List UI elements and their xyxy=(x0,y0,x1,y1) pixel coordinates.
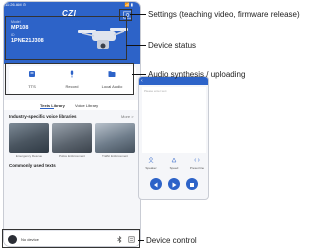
settings-callout-label: Settings (teaching video, firmware relea… xyxy=(148,10,300,19)
status-bar: 11:26 AM ⊙ 📶 ▮ xyxy=(5,0,133,9)
speaker-button[interactable]: Speaker xyxy=(141,157,161,170)
library-thumb-police[interactable] xyxy=(52,123,92,153)
back-arrow-icon[interactable]: ‹ xyxy=(141,78,143,84)
upload-button[interactable] xyxy=(186,178,198,190)
code-icon xyxy=(194,158,200,162)
speed-button[interactable]: Speed xyxy=(164,157,184,170)
audio-callout-line xyxy=(132,74,146,75)
device-control-callout-label: Device control xyxy=(146,236,197,245)
play-button[interactable] xyxy=(168,178,180,190)
status-time: 11:26 AM ⊙ xyxy=(5,2,27,7)
device-status-callout-box xyxy=(5,16,127,60)
library-caption: Traffic Enforcement xyxy=(101,154,128,158)
speaker-icon xyxy=(148,157,154,163)
settings-callout-line xyxy=(130,14,146,15)
active-tab-indicator xyxy=(40,108,54,109)
device-status-callout-label: Device status xyxy=(148,41,197,50)
library-caption: Emergency Rescue xyxy=(15,154,43,158)
device-status-callout-line xyxy=(126,45,146,46)
tab-voice-library[interactable]: Voice Library xyxy=(75,103,98,108)
common-texts-title: Commonly used texts xyxy=(9,163,56,168)
audio-callout-box xyxy=(5,63,134,95)
preset-line-label: Preset line xyxy=(189,166,205,170)
upload-icon xyxy=(190,183,194,187)
tts-placeholder: Please enter text xyxy=(144,89,167,93)
tts-text-input[interactable]: Please enter text xyxy=(142,87,206,153)
previous-icon xyxy=(154,182,158,188)
play-icon xyxy=(172,182,177,188)
library-thumb-rescue[interactable] xyxy=(9,123,49,153)
library-thumb-traffic[interactable] xyxy=(95,123,135,153)
status-icons: 📶 ▮ xyxy=(124,2,133,7)
previous-button[interactable] xyxy=(150,178,162,190)
library-caption: Police Enforcement xyxy=(58,154,85,158)
device-control-callout-line xyxy=(138,240,144,241)
speaker-label: Speaker xyxy=(145,166,157,170)
section-title: Industry-specific voice libraries xyxy=(9,114,77,119)
library-tabs: Texts Library Voice Library xyxy=(4,100,140,110)
tts-panel: ‹ Please enter text Speaker Speed Preset… xyxy=(138,76,209,200)
preset-line-button[interactable]: Preset line xyxy=(187,157,207,170)
speed-label: Speed xyxy=(169,166,179,170)
audio-callout-label: Audio synthesis / uploading xyxy=(148,70,246,79)
speed-icon xyxy=(171,157,177,163)
device-control-callout-box xyxy=(2,229,140,248)
more-link[interactable]: More > xyxy=(121,114,134,119)
